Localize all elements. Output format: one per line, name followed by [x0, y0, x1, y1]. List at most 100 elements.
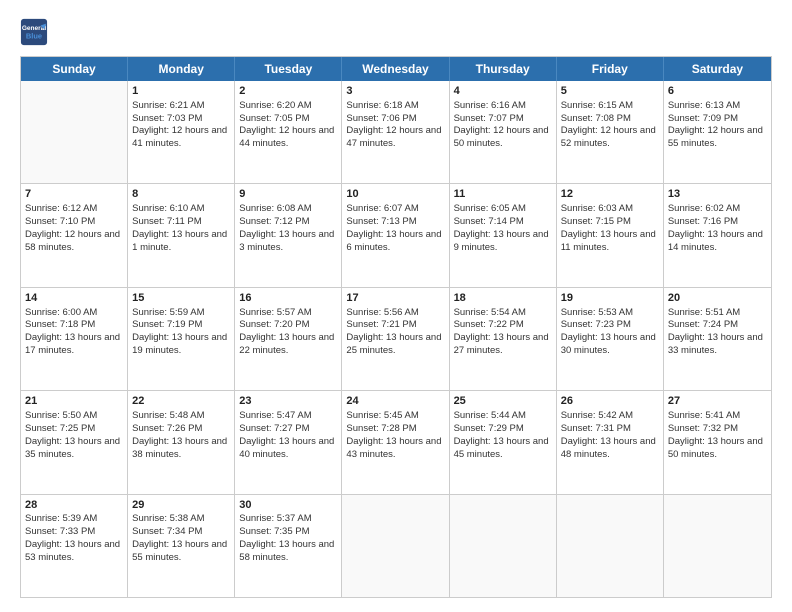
- sunset-text: Sunset: 7:13 PM: [346, 216, 444, 229]
- daylight-text: Daylight: 12 hours and 55 minutes.: [668, 125, 767, 151]
- calendar-cell: 26 Sunrise: 5:42 AM Sunset: 7:31 PM Dayl…: [557, 391, 664, 493]
- daylight-text: Daylight: 13 hours and 35 minutes.: [25, 436, 123, 462]
- calendar-row: 7 Sunrise: 6:12 AM Sunset: 7:10 PM Dayli…: [21, 184, 771, 287]
- sunset-text: Sunset: 7:12 PM: [239, 216, 337, 229]
- day-number: 24: [346, 394, 444, 409]
- calendar-cell: 5 Sunrise: 6:15 AM Sunset: 7:08 PM Dayli…: [557, 81, 664, 183]
- calendar-cell: 24 Sunrise: 5:45 AM Sunset: 7:28 PM Dayl…: [342, 391, 449, 493]
- daylight-text: Daylight: 13 hours and 53 minutes.: [25, 539, 123, 565]
- calendar-row: 21 Sunrise: 5:50 AM Sunset: 7:25 PM Dayl…: [21, 391, 771, 494]
- sunset-text: Sunset: 7:32 PM: [668, 423, 767, 436]
- sunrise-text: Sunrise: 5:38 AM: [132, 513, 230, 526]
- svg-text:Blue: Blue: [26, 32, 42, 41]
- sunset-text: Sunset: 7:21 PM: [346, 319, 444, 332]
- daylight-text: Daylight: 13 hours and 58 minutes.: [239, 539, 337, 565]
- sunset-text: Sunset: 7:10 PM: [25, 216, 123, 229]
- sunset-text: Sunset: 7:29 PM: [454, 423, 552, 436]
- day-number: 20: [668, 291, 767, 306]
- calendar-cell: 30 Sunrise: 5:37 AM Sunset: 7:35 PM Dayl…: [235, 495, 342, 597]
- sunset-text: Sunset: 7:09 PM: [668, 113, 767, 126]
- sunrise-text: Sunrise: 6:18 AM: [346, 100, 444, 113]
- logo: General Blue: [20, 18, 48, 46]
- weekday-header: Sunday: [21, 57, 128, 81]
- calendar-cell: 7 Sunrise: 6:12 AM Sunset: 7:10 PM Dayli…: [21, 184, 128, 286]
- daylight-text: Daylight: 13 hours and 3 minutes.: [239, 229, 337, 255]
- sunrise-text: Sunrise: 6:05 AM: [454, 203, 552, 216]
- calendar-cell: [450, 495, 557, 597]
- calendar-row: 14 Sunrise: 6:00 AM Sunset: 7:18 PM Dayl…: [21, 288, 771, 391]
- calendar-cell: 6 Sunrise: 6:13 AM Sunset: 7:09 PM Dayli…: [664, 81, 771, 183]
- sunrise-text: Sunrise: 5:50 AM: [25, 410, 123, 423]
- sunrise-text: Sunrise: 6:12 AM: [25, 203, 123, 216]
- calendar-cell: 23 Sunrise: 5:47 AM Sunset: 7:27 PM Dayl…: [235, 391, 342, 493]
- sunset-text: Sunset: 7:03 PM: [132, 113, 230, 126]
- sunrise-text: Sunrise: 5:45 AM: [346, 410, 444, 423]
- day-number: 30: [239, 498, 337, 513]
- calendar-cell: 29 Sunrise: 5:38 AM Sunset: 7:34 PM Dayl…: [128, 495, 235, 597]
- sunset-text: Sunset: 7:11 PM: [132, 216, 230, 229]
- day-number: 6: [668, 84, 767, 99]
- sunset-text: Sunset: 7:15 PM: [561, 216, 659, 229]
- day-number: 5: [561, 84, 659, 99]
- sunrise-text: Sunrise: 6:15 AM: [561, 100, 659, 113]
- calendar-cell: 9 Sunrise: 6:08 AM Sunset: 7:12 PM Dayli…: [235, 184, 342, 286]
- sunset-text: Sunset: 7:22 PM: [454, 319, 552, 332]
- calendar-cell: [21, 81, 128, 183]
- day-number: 7: [25, 187, 123, 202]
- daylight-text: Daylight: 12 hours and 50 minutes.: [454, 125, 552, 151]
- sunrise-text: Sunrise: 5:53 AM: [561, 307, 659, 320]
- daylight-text: Daylight: 13 hours and 55 minutes.: [132, 539, 230, 565]
- calendar-cell: 16 Sunrise: 5:57 AM Sunset: 7:20 PM Dayl…: [235, 288, 342, 390]
- day-number: 10: [346, 187, 444, 202]
- calendar-cell: 4 Sunrise: 6:16 AM Sunset: 7:07 PM Dayli…: [450, 81, 557, 183]
- sunrise-text: Sunrise: 6:13 AM: [668, 100, 767, 113]
- daylight-text: Daylight: 13 hours and 9 minutes.: [454, 229, 552, 255]
- day-number: 26: [561, 394, 659, 409]
- sunrise-text: Sunrise: 6:08 AM: [239, 203, 337, 216]
- calendar-cell: 8 Sunrise: 6:10 AM Sunset: 7:11 PM Dayli…: [128, 184, 235, 286]
- weekday-header: Thursday: [450, 57, 557, 81]
- calendar-cell: 22 Sunrise: 5:48 AM Sunset: 7:26 PM Dayl…: [128, 391, 235, 493]
- day-number: 1: [132, 84, 230, 99]
- sunset-text: Sunset: 7:34 PM: [132, 526, 230, 539]
- calendar-body: 1 Sunrise: 6:21 AM Sunset: 7:03 PM Dayli…: [21, 81, 771, 597]
- sunset-text: Sunset: 7:31 PM: [561, 423, 659, 436]
- daylight-text: Daylight: 13 hours and 6 minutes.: [346, 229, 444, 255]
- sunset-text: Sunset: 7:16 PM: [668, 216, 767, 229]
- sunset-text: Sunset: 7:27 PM: [239, 423, 337, 436]
- daylight-text: Daylight: 13 hours and 40 minutes.: [239, 436, 337, 462]
- weekday-header: Tuesday: [235, 57, 342, 81]
- sunrise-text: Sunrise: 6:16 AM: [454, 100, 552, 113]
- sunrise-text: Sunrise: 5:47 AM: [239, 410, 337, 423]
- calendar-cell: 10 Sunrise: 6:07 AM Sunset: 7:13 PM Dayl…: [342, 184, 449, 286]
- sunset-text: Sunset: 7:26 PM: [132, 423, 230, 436]
- sunset-text: Sunset: 7:28 PM: [346, 423, 444, 436]
- calendar-cell: 27 Sunrise: 5:41 AM Sunset: 7:32 PM Dayl…: [664, 391, 771, 493]
- calendar-cell: 12 Sunrise: 6:03 AM Sunset: 7:15 PM Dayl…: [557, 184, 664, 286]
- sunset-text: Sunset: 7:23 PM: [561, 319, 659, 332]
- daylight-text: Daylight: 13 hours and 22 minutes.: [239, 332, 337, 358]
- day-number: 22: [132, 394, 230, 409]
- sunrise-text: Sunrise: 6:20 AM: [239, 100, 337, 113]
- calendar-cell: 28 Sunrise: 5:39 AM Sunset: 7:33 PM Dayl…: [21, 495, 128, 597]
- day-number: 21: [25, 394, 123, 409]
- daylight-text: Daylight: 13 hours and 17 minutes.: [25, 332, 123, 358]
- daylight-text: Daylight: 13 hours and 50 minutes.: [668, 436, 767, 462]
- sunrise-text: Sunrise: 5:44 AM: [454, 410, 552, 423]
- sunrise-text: Sunrise: 5:57 AM: [239, 307, 337, 320]
- sunrise-text: Sunrise: 5:41 AM: [668, 410, 767, 423]
- daylight-text: Daylight: 13 hours and 1 minute.: [132, 229, 230, 255]
- sunrise-text: Sunrise: 6:03 AM: [561, 203, 659, 216]
- sunset-text: Sunset: 7:07 PM: [454, 113, 552, 126]
- sunrise-text: Sunrise: 5:48 AM: [132, 410, 230, 423]
- day-number: 16: [239, 291, 337, 306]
- sunset-text: Sunset: 7:18 PM: [25, 319, 123, 332]
- daylight-text: Daylight: 12 hours and 41 minutes.: [132, 125, 230, 151]
- day-number: 8: [132, 187, 230, 202]
- daylight-text: Daylight: 13 hours and 48 minutes.: [561, 436, 659, 462]
- day-number: 12: [561, 187, 659, 202]
- sunrise-text: Sunrise: 5:59 AM: [132, 307, 230, 320]
- sunset-text: Sunset: 7:20 PM: [239, 319, 337, 332]
- calendar-cell: [664, 495, 771, 597]
- sunrise-text: Sunrise: 6:00 AM: [25, 307, 123, 320]
